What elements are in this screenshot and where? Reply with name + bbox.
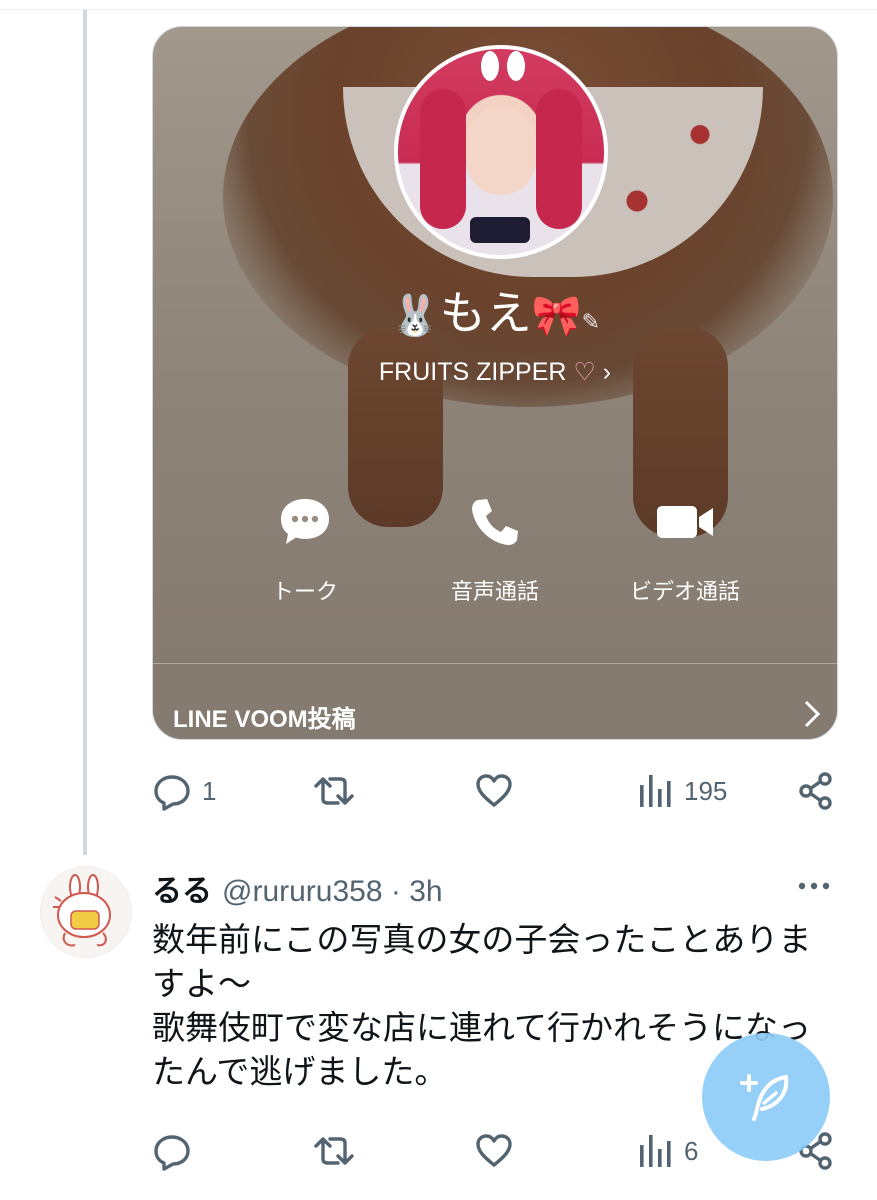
heart-icon <box>476 774 512 807</box>
compose-feather-plus-icon <box>740 1074 789 1121</box>
tweet-media-image[interactable]: 🐰もえ🎀✎ FRUITS ZIPPER ♡ › トーク 音声通話 ビデオ通話 L… <box>152 26 838 740</box>
pencil-edit-icon: ✎ <box>581 310 601 335</box>
compose-tweet-button[interactable] <box>702 1033 830 1161</box>
reply-header: るる @rururu358 · 3h <box>152 866 443 910</box>
reply-icon <box>154 775 190 811</box>
retweet-button[interactable] <box>312 771 366 811</box>
ribbon-emoji-icon: 🎀 <box>531 293 582 339</box>
analytics-bars-icon <box>640 1135 671 1167</box>
retweet-button[interactable] <box>312 1131 366 1171</box>
rabbit-mask-avatar-icon <box>53 874 111 947</box>
retweet-icon <box>314 777 354 805</box>
share-button[interactable] <box>798 771 834 811</box>
reply-button[interactable] <box>152 1131 202 1171</box>
views-button[interactable]: 6 <box>638 1131 698 1171</box>
speech-bubble-icon <box>281 499 329 544</box>
chevron-right-icon[interactable] <box>803 699 821 729</box>
line-profile-avatar <box>394 45 608 259</box>
chevron-right-icon: › <box>602 358 612 386</box>
top-divider <box>0 9 877 10</box>
like-button[interactable] <box>474 1131 524 1171</box>
line-video-call-button[interactable]: ビデオ通話 <box>595 492 775 606</box>
line-status-message[interactable]: FRUITS ZIPPER ♡ › <box>153 357 837 387</box>
avatar[interactable] <box>40 866 132 958</box>
thread-connector-line <box>83 10 87 855</box>
reply-icon <box>154 1135 190 1171</box>
rabbit-emoji-icon: 🐰 <box>389 293 440 339</box>
phone-icon <box>472 499 518 545</box>
line-talk-button[interactable]: トーク <box>215 492 395 606</box>
analytics-bars-icon <box>640 775 671 807</box>
line-profile-name: 🐰もえ🎀✎ <box>389 286 601 340</box>
like-button[interactable] <box>474 771 524 811</box>
display-name[interactable]: るる <box>152 874 212 909</box>
handle-and-time[interactable]: @rururu358 · 3h <box>222 875 443 908</box>
line-voom-posts-link[interactable]: LINE VOOM投稿 <box>173 699 356 734</box>
heart-outline-icon: ♡ <box>573 358 596 386</box>
video-camera-icon <box>657 506 713 538</box>
reply-button[interactable]: 1 <box>152 771 216 811</box>
bunny-ears-icon <box>478 51 528 81</box>
retweet-icon <box>314 1137 354 1165</box>
more-options-icon[interactable] <box>796 876 832 896</box>
views-button[interactable]: 195 <box>638 771 727 811</box>
tweet-action-bar: 1 195 <box>152 771 842 811</box>
card-divider <box>153 663 837 664</box>
line-voice-call-button[interactable]: 音声通話 <box>405 492 585 606</box>
share-icon <box>799 772 832 810</box>
heart-icon <box>476 1134 512 1167</box>
